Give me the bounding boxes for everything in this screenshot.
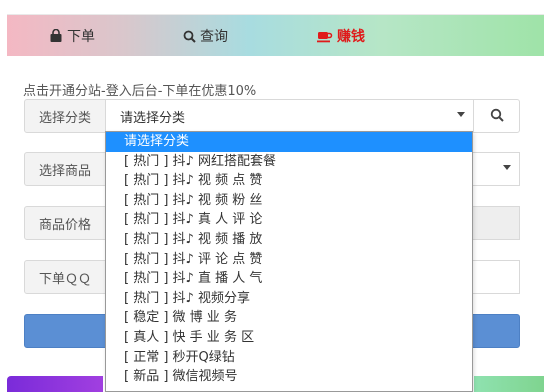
dropdown-option[interactable]: [ 热门 ] 抖♪ 视 频 点 赞 <box>106 171 472 191</box>
dropdown-option[interactable]: [ 热门 ] 抖♪ 直 播 人 气 <box>106 269 472 289</box>
tab-query-label: 查询 <box>200 29 228 45</box>
coffee-cup-icon <box>317 29 333 43</box>
dropdown-option[interactable]: [ 热门 ] 抖♪ 真 人 评 论 <box>106 210 472 230</box>
dropdown-option[interactable]: [ 热门 ] 抖♪ 视频分享 <box>106 289 472 309</box>
tab-earn-label: 赚钱 <box>337 29 365 45</box>
bottom-bar-left <box>7 376 103 392</box>
category-label: 选择分类 <box>24 99 106 133</box>
dropdown-option[interactable]: [ 正常 ] 秒开Q绿钻 <box>106 348 472 368</box>
dropdown-option[interactable]: [ 热门 ] 抖♪ 网红搭配套餐 <box>106 152 472 172</box>
chevron-down-icon <box>503 165 511 170</box>
tab-order[interactable]: 下单 <box>49 15 95 57</box>
dropdown-option[interactable]: 请选择分类 <box>106 132 472 152</box>
chevron-down-icon <box>457 112 465 117</box>
dropdown-option[interactable]: [ 热门 ] 抖♪ 视 频 粉 丝 <box>106 191 472 211</box>
dropdown-option[interactable]: [ 真人 ] 快 手 业 务 区 <box>106 328 472 348</box>
product-label: 选择商品 <box>24 152 106 186</box>
search-icon <box>183 30 196 43</box>
tab-query[interactable]: 查询 <box>183 15 228 57</box>
tab-earn[interactable]: 赚钱 <box>317 15 365 57</box>
notice-text: 点击开通分站-登入后台-下单在优惠10% <box>23 84 257 99</box>
tab-order-label: 下单 <box>67 29 95 45</box>
nav-tabs: 下单 查询 赚钱 <box>7 14 544 56</box>
dropdown-option[interactable]: [ 新品 ] 微信视频号 <box>106 367 472 387</box>
category-select[interactable]: 请选择分类 <box>105 99 474 133</box>
category-select-value: 请选择分类 <box>120 110 186 126</box>
bottom-bar-right <box>474 376 544 392</box>
category-row: 选择分类 请选择分类 <box>24 99 520 133</box>
price-label: 商品价格 <box>24 206 106 240</box>
search-icon <box>490 107 504 126</box>
dropdown-option[interactable]: [ 热门 ] 抖♪ 视 频 播 放 <box>106 230 472 250</box>
category-dropdown-list: 请选择分类[ 热门 ] 抖♪ 网红搭配套餐[ 热门 ] 抖♪ 视 频 点 赞[ … <box>105 131 473 392</box>
shopping-bag-icon <box>49 29 63 43</box>
category-search-button[interactable] <box>473 99 520 133</box>
qq-label: 下单ＱＱ <box>24 260 106 294</box>
dropdown-option[interactable]: [ 稳定 ] 微 博 业 务 <box>106 308 472 328</box>
dropdown-option[interactable]: [ 热门 ] 抖♪ 评 论 点 赞 <box>106 250 472 270</box>
